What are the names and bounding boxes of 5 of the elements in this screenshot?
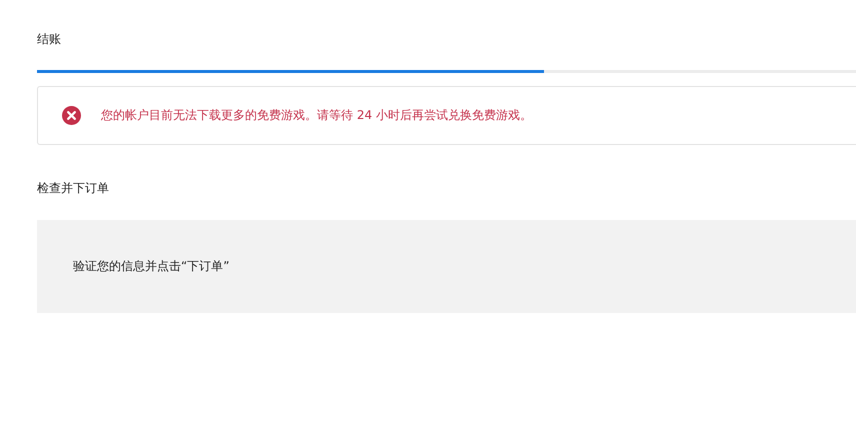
instruction-text: 验证您的信息并点击“下订单” (73, 258, 230, 275)
error-message: 您的帐户目前无法下载更多的免费游戏。请等待 24 小时后再尝试兑换免费游戏。 (101, 107, 532, 124)
error-icon (62, 106, 81, 125)
page-title: 结账 (37, 31, 62, 48)
section-heading: 检查并下订单 (37, 180, 110, 197)
